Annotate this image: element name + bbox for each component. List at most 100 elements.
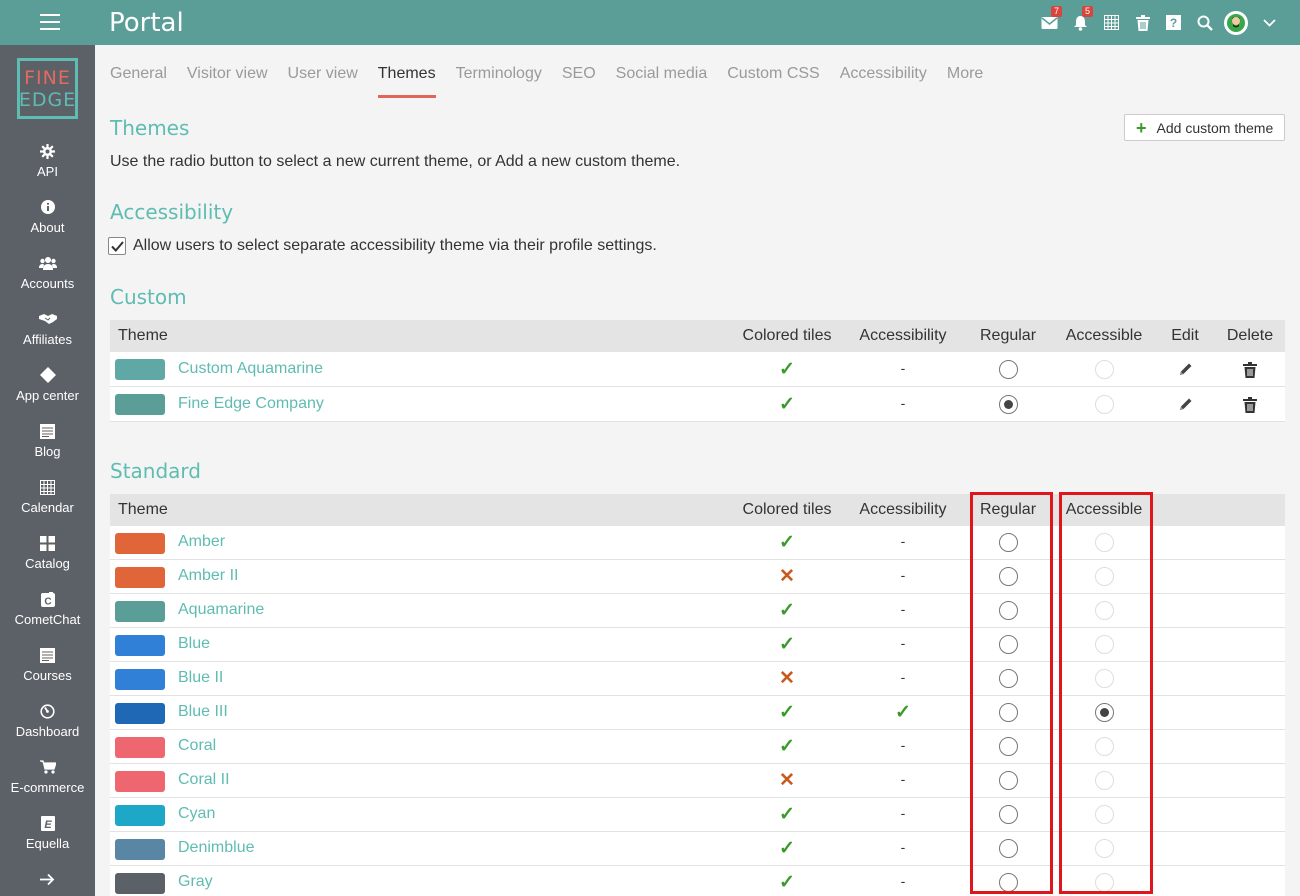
- pencil-icon: [1179, 363, 1191, 375]
- edit-button[interactable]: [1160, 397, 1210, 417]
- accessibility-value: -: [900, 737, 906, 753]
- colored-tiles-no-icon: ✕: [779, 566, 795, 587]
- sidebar-item-affiliates[interactable]: Affiliates: [0, 305, 95, 361]
- sidebar-item-label: Catalog: [25, 556, 70, 571]
- theme-name-link[interactable]: Coral II: [178, 771, 230, 789]
- tab-general[interactable]: General: [110, 56, 167, 98]
- sidebar-item-label: Equella: [25, 836, 70, 851]
- app-title: Portal: [109, 8, 184, 38]
- colored-tiles-yes-icon: ✓: [779, 358, 795, 380]
- tab-visitor-view[interactable]: Visitor view: [187, 56, 268, 98]
- theme-name-link[interactable]: Gray: [178, 873, 213, 891]
- regular-radio[interactable]: [998, 394, 1018, 414]
- messages-button[interactable]: 7: [1034, 0, 1065, 45]
- accessible-radio[interactable]: [1094, 359, 1114, 379]
- accessibility-value: -: [900, 669, 906, 685]
- sidebar-item-more[interactable]: [0, 865, 95, 896]
- search-button[interactable]: [1189, 0, 1220, 45]
- sidebar-item-e-commerce[interactable]: E-commerce: [0, 753, 95, 809]
- colored-tiles-yes-icon: ✓: [779, 872, 795, 893]
- info-icon: [40, 200, 55, 214]
- sidebar-item-label: App center: [16, 388, 79, 403]
- calendar-icon: [1104, 15, 1119, 30]
- theme-name-link[interactable]: Cyan: [178, 805, 215, 823]
- delete-button[interactable]: [1224, 361, 1276, 383]
- sidebar-item-dashboard[interactable]: Dashboard: [0, 697, 95, 753]
- sidebar-item-label: API: [37, 164, 58, 179]
- tab-themes[interactable]: Themes: [377, 56, 436, 98]
- accessibility-checkbox[interactable]: [108, 237, 126, 255]
- theme-name-link[interactable]: Coral: [178, 737, 216, 755]
- tab-accessibility[interactable]: Accessibility: [840, 56, 927, 98]
- theme-name-link[interactable]: Blue III: [178, 703, 228, 721]
- sidebar-item-app-center[interactable]: App center: [0, 361, 95, 417]
- cometchat-icon: C: [40, 591, 55, 607]
- top-bar: Portal 7 5 ?: [0, 0, 1300, 45]
- regular-radio-cell: [958, 359, 1058, 384]
- col-colored-tiles: Colored tiles: [742, 327, 832, 344]
- theme-name-link[interactable]: Fine Edge Company: [178, 395, 324, 413]
- fine-edge-logo[interactable]: FINE EDGE: [17, 58, 78, 119]
- user-menu-chevron[interactable]: [1260, 18, 1278, 27]
- accessibility-heading: Accessibility: [110, 200, 234, 224]
- tab-terminology[interactable]: Terminology: [456, 56, 542, 98]
- sidebar-item-courses[interactable]: Courses: [0, 641, 95, 697]
- svg-text:?: ?: [1170, 16, 1177, 30]
- sidebar-item-label: CometChat: [14, 612, 81, 627]
- tab-social-media[interactable]: Social media: [616, 56, 708, 98]
- add-custom-theme-label: Add custom theme: [1156, 119, 1274, 136]
- accessibility-option: Allow users to select separate accessibi…: [108, 237, 657, 255]
- sidebar-item-api[interactable]: API: [0, 137, 95, 193]
- col-accessibility: Accessibility: [859, 501, 947, 518]
- theme-name-link[interactable]: Blue: [178, 635, 210, 653]
- sidebar-item-label: Blog: [34, 444, 61, 459]
- colored-tiles-no-icon: ✕: [779, 668, 795, 689]
- delete-button[interactable]: [1224, 396, 1276, 418]
- accessibility-value: -: [900, 771, 906, 787]
- avatar[interactable]: [1224, 10, 1248, 35]
- theme-color-swatch: [115, 804, 165, 826]
- sidebar-item-about[interactable]: About: [0, 193, 95, 249]
- accessibility-value: -: [900, 635, 906, 651]
- theme-name-link[interactable]: Amber: [178, 533, 225, 551]
- notifications-button[interactable]: 5: [1065, 0, 1096, 45]
- theme-name-link[interactable]: Aquamarine: [178, 601, 264, 619]
- sidebar-item-blog[interactable]: Blog: [0, 417, 95, 473]
- tab-more[interactable]: More: [947, 56, 983, 98]
- regular-radio[interactable]: [998, 359, 1018, 379]
- tab-seo[interactable]: SEO: [562, 56, 596, 98]
- cart-icon: [39, 760, 56, 774]
- sidebar-item-calendar[interactable]: Calendar: [0, 473, 95, 529]
- sidebar-item-cometchat[interactable]: C CometChat: [0, 585, 95, 641]
- theme-name-link[interactable]: Custom Aquamarine: [178, 360, 323, 378]
- sidebar-item-label: Accounts: [20, 276, 75, 291]
- colored-tiles-yes-icon: ✓: [779, 702, 795, 723]
- help-button[interactable]: ?: [1158, 0, 1189, 45]
- theme-name-link[interactable]: Amber II: [178, 567, 238, 585]
- accessible-column-highlight: [1059, 492, 1153, 894]
- sidebar-item-accounts[interactable]: Accounts: [0, 249, 95, 305]
- trash-button[interactable]: [1127, 0, 1158, 45]
- dashboard-icon: [40, 703, 55, 719]
- tab-custom-css[interactable]: Custom CSS: [727, 56, 819, 98]
- checkmark-icon: [110, 240, 124, 252]
- tab-user-view[interactable]: User view: [288, 56, 358, 98]
- sidebar-item-catalog[interactable]: Catalog: [0, 529, 95, 585]
- calendar-button[interactable]: [1096, 0, 1127, 45]
- sidebar-item-label: About: [30, 220, 65, 235]
- edit-button[interactable]: [1160, 362, 1210, 382]
- sidebar-item-equella[interactable]: E Equella: [0, 809, 95, 865]
- menu-icon[interactable]: [40, 14, 60, 30]
- theme-name-link[interactable]: Denimblue: [178, 839, 254, 857]
- theme-color-swatch: [115, 600, 165, 622]
- theme-name-link[interactable]: Blue II: [178, 669, 223, 687]
- add-custom-theme-button[interactable]: + Add custom theme: [1124, 114, 1285, 141]
- col-theme: Theme: [118, 501, 168, 518]
- accessible-radio[interactable]: [1094, 394, 1114, 414]
- grid-icon: [40, 535, 55, 551]
- table-header: Theme Colored tiles Accessibility Regula…: [110, 320, 1285, 352]
- logo-line-1: FINE: [24, 66, 71, 89]
- colored-tiles-yes-icon: ✓: [779, 600, 795, 621]
- theme-color-swatch: [115, 566, 165, 588]
- sidebar-item-label: Affiliates: [23, 332, 72, 347]
